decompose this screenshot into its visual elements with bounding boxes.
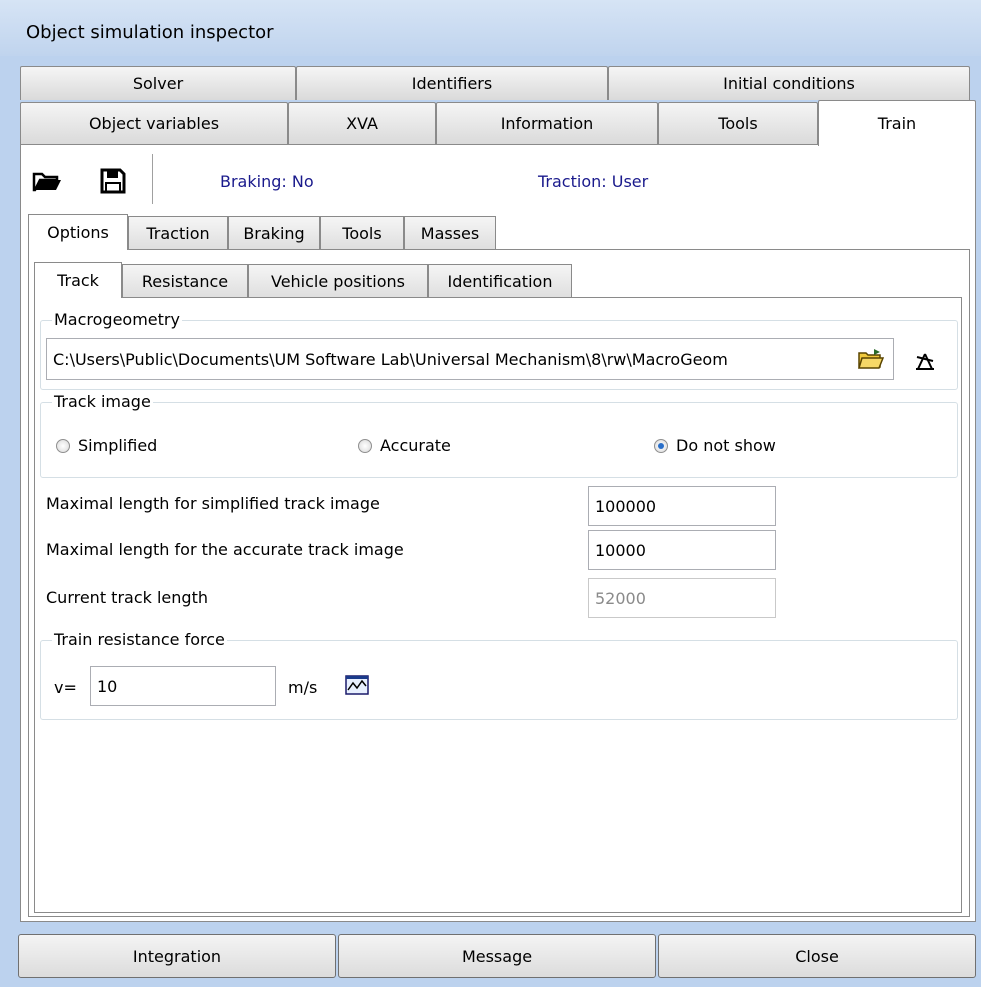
tab-label: Tools: [718, 114, 758, 133]
current-length-input: 52000: [588, 578, 776, 618]
button-label: Message: [461, 946, 533, 966]
max-accurate-input[interactable]: 10000: [588, 530, 776, 570]
subtab-tools[interactable]: Tools: [320, 216, 404, 250]
folder-browse-icon[interactable]: [852, 341, 890, 377]
subtab-options[interactable]: Options: [28, 214, 128, 250]
max-simplified-label: Maximal length for simplified track imag…: [46, 494, 380, 513]
max-accurate-value: 10000: [595, 540, 646, 560]
macrogeometry-title: Macrogeometry: [52, 310, 182, 329]
current-length-value: 52000: [595, 588, 646, 608]
resistance-title: Train resistance force: [52, 630, 227, 649]
tab-label: Track: [57, 271, 99, 290]
inner-tab-track[interactable]: Track: [34, 262, 122, 298]
tab-label: Train: [877, 114, 917, 133]
track-geometry-icon[interactable]: [908, 346, 942, 376]
tab-initial-conditions[interactable]: Initial conditions: [608, 66, 970, 100]
traction-status: Traction: User: [538, 172, 649, 191]
tab-label: Identifiers: [411, 74, 493, 93]
button-label: Integration: [132, 946, 222, 966]
track-image-title: Track image: [52, 392, 153, 411]
subtab-traction[interactable]: Traction: [128, 216, 228, 250]
radio-dot: [56, 438, 70, 453]
inner-tab-vehicle-positions[interactable]: Vehicle positions: [248, 264, 428, 298]
macrogeometry-path-input[interactable]: C:\Users\Public\Documents\UM Software La…: [46, 338, 894, 380]
tab-label: Information: [500, 114, 594, 133]
radio-dot: [358, 438, 372, 453]
radio-dot-selected: [654, 438, 668, 453]
inner-tab-resistance[interactable]: Resistance: [122, 264, 248, 298]
velocity-unit: m/s: [288, 678, 318, 697]
tab-label: Initial conditions: [723, 74, 855, 93]
v-label: v=: [54, 678, 77, 697]
tab-label: Solver: [132, 74, 184, 93]
graph-icon[interactable]: [342, 672, 372, 698]
save-icon[interactable]: [96, 164, 130, 198]
macrogeometry-path: C:\Users\Public\Documents\UM Software La…: [53, 349, 728, 369]
radio-simplified[interactable]: Simplified: [56, 436, 157, 455]
subtab-braking[interactable]: Braking: [228, 216, 320, 250]
radio-do-not-show[interactable]: Do not show: [654, 436, 776, 455]
subtab-masses[interactable]: Masses: [404, 216, 496, 250]
velocity-input[interactable]: 10: [90, 666, 276, 706]
close-button[interactable]: Close: [658, 934, 976, 978]
tab-label: Masses: [420, 224, 480, 243]
track-image-group: [40, 402, 958, 478]
max-simplified-input[interactable]: 100000: [588, 486, 776, 526]
braking-status: Braking: No: [220, 172, 314, 191]
tab-train[interactable]: Train: [818, 100, 976, 146]
radio-label: Accurate: [380, 436, 451, 455]
current-length-label: Current track length: [46, 588, 208, 607]
max-accurate-label: Maximal length for the accurate track im…: [46, 540, 404, 559]
radio-accurate[interactable]: Accurate: [358, 436, 451, 455]
integration-button[interactable]: Integration: [18, 934, 336, 978]
tab-identifiers[interactable]: Identifiers: [296, 66, 608, 100]
tab-label: Traction: [146, 224, 210, 243]
folder-open-icon[interactable]: [30, 164, 64, 198]
tab-label: Tools: [342, 224, 382, 243]
toolbar-divider: [152, 154, 153, 204]
tab-information[interactable]: Information: [436, 102, 658, 144]
tab-xva[interactable]: XVA: [288, 102, 436, 144]
radio-label: Do not show: [676, 436, 776, 455]
inspector-window: Object simulation inspector Solver Ident…: [0, 0, 981, 987]
tab-tools[interactable]: Tools: [658, 102, 818, 144]
title-bar[interactable]: Object simulation inspector: [0, 0, 981, 56]
tab-solver[interactable]: Solver: [20, 66, 296, 100]
max-simplified-value: 100000: [595, 496, 657, 516]
button-label: Close: [795, 946, 839, 966]
tab-label: Object variables: [88, 114, 220, 133]
tab-label: Vehicle positions: [270, 272, 405, 291]
window-title: Object simulation inspector: [26, 22, 274, 43]
inner-tab-identification[interactable]: Identification: [428, 264, 572, 298]
tab-label: XVA: [346, 114, 378, 133]
tab-label: Braking: [243, 224, 305, 243]
tab-label: Identification: [447, 272, 553, 291]
velocity-value: 10: [97, 676, 118, 696]
tab-label: Resistance: [141, 272, 229, 291]
message-button[interactable]: Message: [338, 934, 656, 978]
tab-label: Options: [47, 223, 109, 242]
radio-label: Simplified: [78, 436, 158, 455]
tab-object-variables[interactable]: Object variables: [20, 102, 288, 144]
